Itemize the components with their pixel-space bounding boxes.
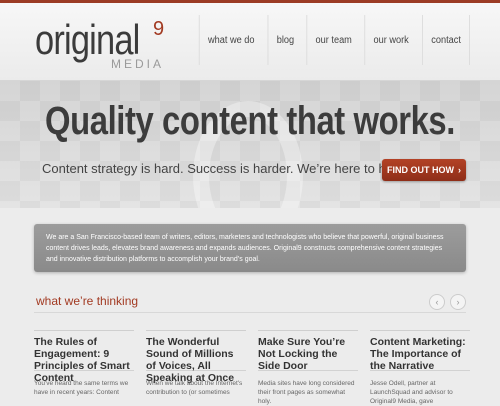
logo-subtitle: MEDIA: [111, 57, 165, 71]
section-title: what we’re thinking: [36, 294, 139, 308]
posts-list: The Rules of Engagement: 9 Principles of…: [34, 330, 474, 405]
post-card: The Rules of Engagement: 9 Principles of…: [34, 330, 134, 400]
chevron-right-icon: ›: [458, 165, 461, 175]
post-title[interactable]: The Rules of Engagement: 9 Principles of…: [34, 336, 134, 384]
nav-item-our-team[interactable]: our team: [306, 15, 360, 65]
chevron-left-icon[interactable]: ‹: [429, 294, 445, 310]
post-excerpt: When we talk about the Internet's contri…: [146, 380, 243, 396]
post-card: The Wonderful Sound of Millions of Voice…: [146, 330, 246, 400]
post-card: Make Sure You’re Not Locking the Side Do…: [258, 330, 358, 405]
find-out-how-label: FIND OUT HOW: [387, 165, 454, 175]
about-text: We are a San Francisco-based team of wri…: [46, 234, 444, 263]
post-title[interactable]: Make Sure You’re Not Locking the Side Do…: [258, 336, 358, 372]
main-nav: what we do blog our team our work contac…: [196, 15, 472, 65]
carousel-arrows: ‹ ›: [429, 294, 466, 310]
post-excerpt: Media sites have long considered their f…: [258, 380, 355, 405]
post-title[interactable]: Content Marketing: The Importance of the…: [370, 336, 470, 372]
hero-title: Quality content that works.: [45, 99, 455, 143]
post-excerpt: Jesse Odell, partner at LaunchSquad and …: [370, 380, 453, 405]
post-title[interactable]: The Wonderful Sound of Millions of Voice…: [146, 336, 246, 384]
logo-superscript: 9: [153, 18, 165, 40]
nav-item-what-we-do[interactable]: what we do: [199, 15, 263, 65]
nav-item-blog[interactable]: blog: [267, 15, 303, 65]
find-out-how-button[interactable]: FIND OUT HOW ›: [382, 159, 466, 181]
nav-item-contact[interactable]: contact: [421, 15, 470, 65]
hero-banner: Quality content that works. Content stra…: [0, 81, 500, 208]
logo[interactable]: original 9 MEDIA: [35, 17, 175, 77]
post-card: Content Marketing: The Importance of the…: [370, 330, 470, 405]
chevron-right-icon[interactable]: ›: [450, 294, 466, 310]
hero-tagline: Content strategy is hard. Success is har…: [42, 161, 407, 176]
post-excerpt: You've heard the same terms we have in r…: [34, 380, 129, 396]
thinking-header: what we’re thinking ‹ ›: [34, 292, 466, 313]
about-box: We are a San Francisco-based team of wri…: [34, 224, 466, 272]
site-header: original 9 MEDIA what we do blog our tea…: [0, 3, 500, 81]
nav-item-our-work[interactable]: our work: [364, 15, 418, 65]
